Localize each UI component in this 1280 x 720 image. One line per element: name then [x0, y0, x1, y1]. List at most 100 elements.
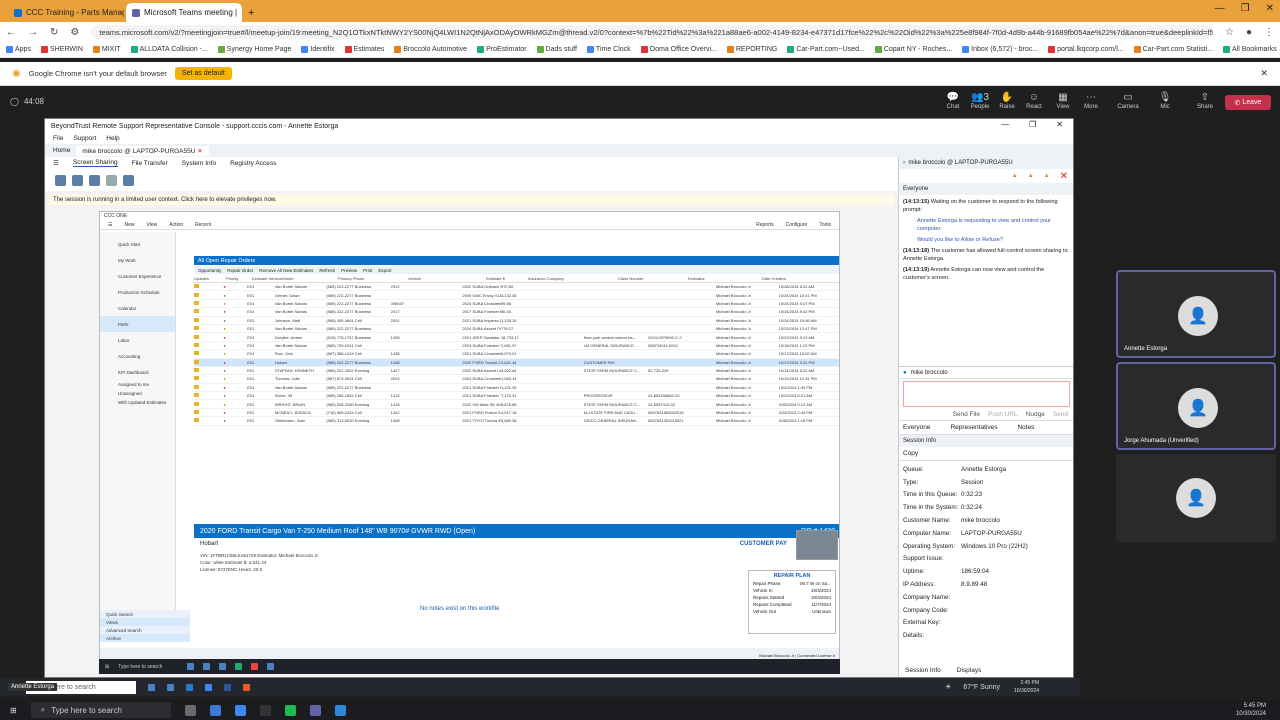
taskbar-app-icon[interactable] — [334, 704, 346, 716]
tab-system-info[interactable]: System Info — [182, 160, 216, 167]
column-header[interactable]: Primary Phone — [338, 276, 408, 281]
toolbar-camera-button[interactable]: ▭ Camera — [1115, 92, 1141, 110]
column-header[interactable]: Estimator — [688, 276, 762, 281]
column-header[interactable]: Estimate Version — [252, 276, 282, 281]
toolbar-people-button[interactable]: 👥3 People — [967, 92, 993, 110]
table-row[interactable]: ● E01 Van Bortel Subaru (585) 222-2277 Busi… — [194, 384, 839, 393]
table-row[interactable]: ● E01 Van Bortel Subaru (585) 222-2277 Busi… — [194, 325, 839, 334]
column-header[interactable]: Updates — [194, 276, 226, 281]
tab-registry-access[interactable]: Registry Access — [230, 160, 276, 167]
maximize-icon[interactable]: ❐ — [1241, 3, 1250, 14]
close-session-icon[interactable]: ✕ — [197, 148, 202, 155]
taskbar-app-icon[interactable] — [187, 663, 195, 670]
ccc-menu-icon[interactable]: ☰ — [108, 222, 112, 228]
close-window-icon[interactable]: ✕ — [1056, 120, 1063, 129]
participant-tile[interactable]: 👤 — [1116, 454, 1276, 542]
toolbar-tool-icon[interactable] — [72, 174, 83, 186]
remote-search-box[interactable]: Type here to search — [118, 664, 178, 670]
nudge-button[interactable]: Nudge — [1026, 411, 1045, 418]
bookmark-item[interactable]: REPORTING — [726, 46, 777, 53]
browser-tab-teams[interactable]: Microsoft Teams meeting | ● ✕ — [126, 3, 242, 22]
ccc-menu-view[interactable]: View — [147, 222, 158, 228]
ccc-menu-configure[interactable]: Configure — [786, 222, 808, 228]
taskbar-app-icon[interactable] — [147, 683, 155, 691]
reload-icon[interactable]: ↻ — [50, 27, 58, 38]
chat-input[interactable] — [903, 381, 1070, 407]
orders-tool-button[interactable]: Repair Order — [227, 268, 253, 273]
column-header[interactable]: Claim Number — [618, 276, 688, 281]
bookmark-item[interactable]: Identifix — [301, 46, 335, 53]
sidebar-item-calendar[interactable]: Calendar — [100, 300, 175, 316]
column-header[interactable]: Owner — [282, 276, 338, 281]
minimize-icon[interactable]: — — [1001, 120, 1009, 129]
table-row[interactable]: ● E01 STAFFAN, KENNETH (585) 202-4302 Eveni… — [194, 367, 839, 376]
close-window-icon[interactable]: ✕ — [1266, 3, 1274, 14]
column-header[interactable]: Insurance Company — [528, 276, 618, 281]
toolbar-react-button[interactable]: ☺ React — [1021, 92, 1047, 110]
copy-button[interactable]: Copy — [899, 447, 1073, 461]
taskbar-app-icon[interactable] — [184, 704, 196, 716]
sidebar-subitem[interactable]: Unassigned — [100, 389, 175, 398]
outlook-icon[interactable] — [185, 683, 193, 691]
windows-start-icon[interactable]: ⊞ — [10, 706, 17, 715]
ccc-menu-action[interactable]: Action — [169, 222, 183, 228]
menu-help[interactable]: Help — [106, 135, 119, 142]
push-url-button[interactable]: Push URL — [988, 411, 1018, 418]
sidebar-item-parts[interactable]: Parts — [100, 316, 175, 332]
toolbar-chat-button[interactable]: 💬 Chat — [940, 92, 966, 110]
table-row[interactable]: ● E01 Johnson, Matt (585) 455-4661 Cell 2001… — [194, 317, 839, 325]
minimize-icon[interactable]: — — [1215, 3, 1225, 14]
toolbar-tool-icon[interactable] — [106, 174, 117, 186]
ccc-menu-tools[interactable]: Tools — [819, 222, 831, 228]
tab-displays[interactable]: Displays — [957, 667, 982, 674]
table-row[interactable]: ● E01 Stone, Jill (585) 266-1652 Cell 1415 20… — [194, 392, 839, 401]
taskbar-app-icon[interactable] — [267, 663, 275, 670]
sidebar-item-customer-experience[interactable]: Customer Experience — [100, 268, 175, 284]
send-button[interactable]: Send — [1053, 411, 1068, 418]
taskbar-app-icon[interactable] — [259, 704, 271, 716]
bookmark-item[interactable]: MIXIT — [92, 46, 121, 53]
bookmark-item[interactable]: Copart NY - Roches... — [874, 46, 952, 53]
column-header[interactable]: Priority — [226, 276, 252, 281]
bookmark-item[interactable]: ALLDATA Collision -... — [130, 46, 208, 53]
sidebar-item-my-work[interactable]: My Work — [100, 252, 175, 268]
close-infobar-icon[interactable]: ✕ — [1260, 68, 1268, 79]
orders-tool-button[interactable]: Print — [363, 268, 372, 273]
sidebar-item-quick-start[interactable]: Quick Start — [100, 236, 175, 252]
sidebar-bottom-archive[interactable]: Archive — [100, 634, 190, 642]
share-icon[interactable]: ▲ — [1044, 173, 1050, 179]
tab-screen-sharing[interactable]: Screen Sharing — [72, 159, 118, 167]
table-row[interactable]: ● E01 Ohlbenden, John (585) 313-0030 Evenin… — [194, 417, 839, 426]
chat-tab-notes[interactable]: Notes — [1017, 424, 1034, 431]
sidebar-item-accounting[interactable]: Accounting — [100, 348, 175, 364]
taskbar-app-icon[interactable] — [203, 663, 211, 670]
sidebar-item-labor[interactable]: Labor — [100, 332, 175, 348]
bookmark-item[interactable]: Broccolo Automotive — [394, 46, 467, 53]
toolbar-mic-button[interactable]: 🎙 Mic — [1152, 92, 1178, 110]
taskbar-app-icon[interactable] — [219, 663, 227, 670]
session-tab[interactable]: mike broccolo @ LAPTOP-PURGA55U ✕ — [76, 145, 209, 156]
forward-icon[interactable]: → — [28, 27, 38, 38]
table-row[interactable]: ● E01 Van Bortel Subaru (585) 222-2277 Busi… — [194, 283, 839, 292]
bookmark-item[interactable]: Car-Part.com Statisti... — [1133, 46, 1213, 53]
orders-tool-button[interactable]: Preview — [341, 268, 357, 273]
bookmark-item[interactable]: Inbox (6,572) - broc... — [962, 46, 1038, 53]
windows-start-icon[interactable]: ⊞ — [105, 664, 109, 670]
toolbar-tool-icon[interactable] — [89, 174, 100, 186]
invite-icon[interactable]: ▲ — [1028, 173, 1034, 179]
column-header[interactable]: Estimate $ — [486, 276, 528, 281]
bookmark-item[interactable]: ProEstimator — [477, 46, 527, 53]
chrome-menu-icon[interactable]: ⋮ — [1264, 27, 1274, 38]
bookmark-item[interactable]: Apps — [6, 46, 31, 53]
bookmark-item[interactable]: Dads stuff — [536, 46, 577, 53]
remote-support-icon[interactable] — [242, 683, 250, 691]
teams-icon[interactable] — [309, 704, 321, 716]
hamburger-icon[interactable]: ☰ — [53, 159, 59, 167]
word-icon[interactable] — [223, 683, 231, 691]
sidebar-subitem[interactable]: With Updated Estimates — [100, 398, 175, 407]
bookmark-item[interactable]: All Bookmarks — [1223, 46, 1277, 53]
ccc-menu-new[interactable]: New — [124, 222, 134, 228]
sidebar-bottom-views[interactable]: Views — [100, 618, 190, 626]
bookmark-item[interactable]: portal.lkqcorp.com/l... — [1048, 46, 1124, 53]
tab-session-info[interactable]: Session Info — [905, 667, 941, 674]
